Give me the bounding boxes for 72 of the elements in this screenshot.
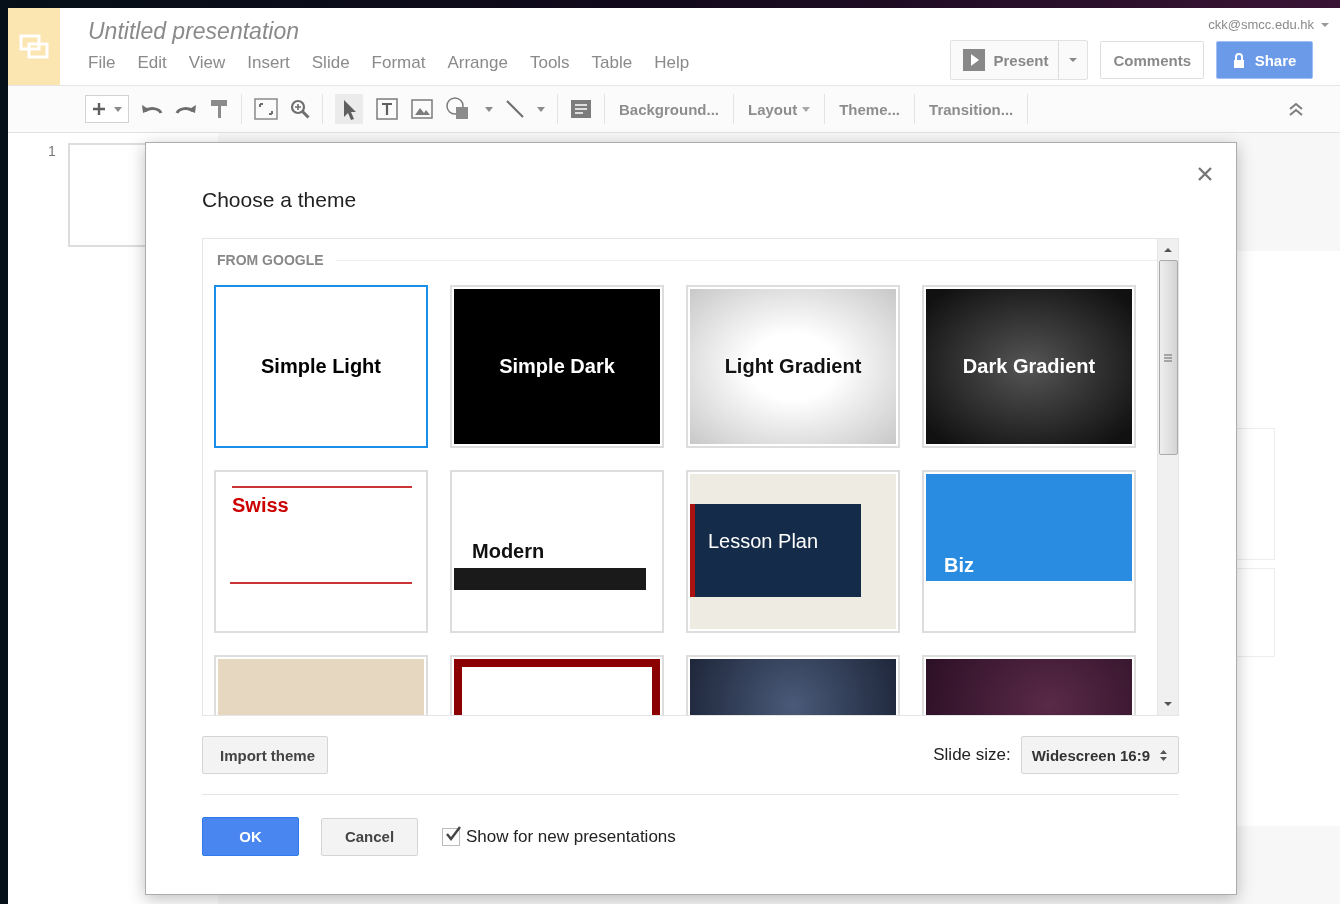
slide-size-label: Slide size: [933, 745, 1011, 765]
menu-item[interactable]: Arrange [447, 53, 508, 73]
import-theme-button[interactable]: Import theme [202, 736, 328, 774]
comment-icon[interactable] [570, 99, 592, 119]
theme-tile[interactable]: Biz [922, 470, 1136, 633]
plus-icon[interactable] [92, 102, 106, 116]
theme-tile[interactable]: Lesson Plan [686, 470, 900, 633]
caret-icon[interactable] [114, 106, 122, 112]
menu-item[interactable]: View [188, 53, 226, 73]
zoom-icon[interactable] [290, 99, 310, 119]
menu-item[interactable]: Table [591, 53, 633, 73]
grip-icon [1164, 353, 1172, 362]
lock-icon [1232, 52, 1245, 68]
scrollbar-track[interactable] [1157, 239, 1178, 715]
toolbar-button[interactable]: Theme... [837, 100, 903, 118]
theme-name: Swiss [232, 494, 289, 517]
menu-item[interactable]: Help [654, 53, 690, 73]
text-box-icon[interactable] [375, 97, 399, 121]
up-down-icon [1159, 748, 1168, 762]
theme-name: Dark Gradient [962, 355, 1096, 378]
scroll-down-icon[interactable] [1163, 701, 1173, 707]
toolbar-button[interactable]: Transition... [927, 100, 1016, 118]
cancel-button[interactable]: Cancel [321, 817, 418, 856]
menu-item[interactable]: Format [371, 53, 426, 73]
theme-tile[interactable]: Modern [450, 470, 664, 633]
theme-tile[interactable]: Simple Dark [450, 285, 664, 448]
theme-tile[interactable]: Dark Gradient [922, 285, 1136, 448]
checkbox-label[interactable]: Show for new presentations [466, 826, 676, 847]
section-heading: FROM GOOGLE [217, 252, 324, 268]
slide-number: 1 [48, 143, 56, 159]
collapse-icon[interactable] [1288, 102, 1304, 116]
share-button[interactable]: Share [1216, 41, 1313, 79]
theme-name: Lesson Plan [708, 530, 819, 553]
presentation-title[interactable]: Untitled presentation [88, 18, 299, 45]
toolbar-button[interactable]: Layout [746, 100, 813, 118]
theme-name: Light Gradient [724, 355, 862, 378]
slide-size-select[interactable]: Widescreen 16:9 [1020, 736, 1179, 774]
theme-name: Biz [944, 554, 974, 577]
menu-item[interactable]: Slide [311, 53, 350, 73]
play-icon [963, 49, 986, 71]
redo-icon[interactable] [175, 102, 197, 116]
close-icon[interactable] [1198, 167, 1212, 181]
theme-name: Modern [472, 540, 545, 563]
menu-item[interactable]: Tools [529, 53, 570, 73]
account-menu[interactable]: ckk@smcc.edu.hk [1208, 17, 1330, 32]
theme-tile[interactable]: Swiss [214, 470, 428, 633]
paint-format-icon[interactable] [209, 99, 229, 119]
toolbar-button[interactable]: Background... [617, 100, 721, 118]
caret-icon[interactable] [537, 106, 545, 112]
dialog-title: Choose a theme [202, 187, 358, 213]
menu-item[interactable]: Edit [137, 53, 167, 73]
pointer-icon[interactable] [335, 94, 363, 124]
checkbox[interactable] [442, 827, 460, 846]
menu-item[interactable]: File [88, 53, 116, 73]
theme-name: Simple Dark [499, 355, 615, 378]
menu-item[interactable]: Insert [247, 53, 290, 73]
caret-icon [1068, 57, 1079, 63]
scroll-up-icon[interactable] [1163, 247, 1173, 253]
caret-icon [802, 106, 811, 112]
comments-button[interactable]: Comments [1100, 41, 1204, 79]
undo-icon[interactable] [141, 102, 163, 116]
scrollbar-thumb[interactable] [1158, 260, 1178, 455]
line-icon[interactable] [505, 99, 525, 119]
caret-icon[interactable] [1320, 21, 1330, 28]
slides-logo-icon [19, 33, 49, 60]
theme-name: Simple Light [261, 355, 381, 378]
theme-tile[interactable]: Simple Light [214, 285, 428, 448]
zoom-fit-icon[interactable] [254, 98, 278, 120]
ok-button[interactable]: OK [202, 817, 299, 856]
theme-tile[interactable]: Light Gradient [686, 285, 900, 448]
caret-icon[interactable] [485, 106, 493, 112]
image-icon[interactable] [411, 99, 433, 119]
